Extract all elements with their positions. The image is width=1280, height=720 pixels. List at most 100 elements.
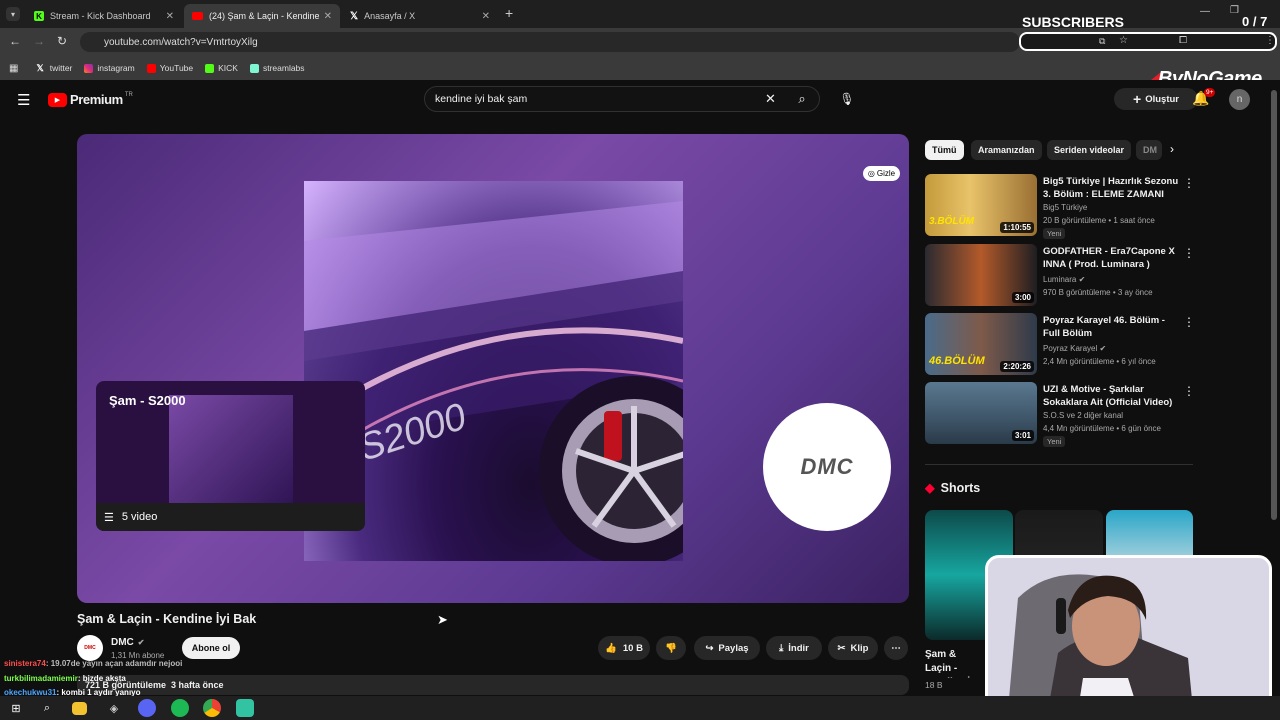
playlist-icon: ☰ [104, 511, 114, 524]
related-video[interactable]: 46.BÖLÜM 2:20:26 Poyraz Karayel 46. Bölü… [925, 313, 1195, 377]
chat-user: turkbilimadamiemir [4, 674, 78, 683]
channel-avatar[interactable]: DMC [77, 635, 103, 661]
bookmark-kick[interactable]: KICK [205, 63, 238, 73]
menu-icon[interactable]: ⋮ [1265, 35, 1275, 46]
avatar[interactable]: n [1229, 89, 1250, 110]
maximize-icon[interactable]: ❐ [1230, 5, 1239, 16]
thumbs-up-icon: 👍 [605, 642, 617, 654]
back-icon[interactable]: ← [9, 34, 21, 48]
close-icon[interactable]: ✕ [482, 11, 490, 22]
tab-kick-dashboard[interactable]: K Stream - Kick Dashboard ✕ [26, 4, 182, 28]
more-icon[interactable]: ⋮ [1183, 246, 1195, 260]
chip-from-search[interactable]: Aramanızdan [971, 140, 1042, 160]
shorts-icon: ◆ [925, 481, 935, 495]
hide-button[interactable]: ◎ Gizle [863, 166, 900, 181]
divider [925, 464, 1193, 465]
chrome-icon[interactable] [203, 699, 221, 717]
shorts-header: ◆ Shorts [925, 480, 981, 496]
playlist-thumbnail [169, 395, 293, 518]
youtube-play-icon: ▶ [48, 92, 67, 107]
new-badge: Yeni [1043, 436, 1066, 447]
bookmark-instagram[interactable]: instagram [84, 63, 135, 73]
star-icon[interactable]: ☆ [1119, 35, 1128, 46]
chip-channel[interactable]: DM [1136, 140, 1162, 160]
video-title: Poyraz Karayel 46. Bölüm - Full Bölüm [1043, 315, 1165, 339]
related-video[interactable]: 3:00 GODFATHER - Era7Capone X INNA ( Pro… [925, 244, 1195, 308]
x-icon: 𝕏 [350, 10, 359, 22]
share-button[interactable]: ↪ Paylaş [694, 636, 760, 660]
bookmark-twitter[interactable]: 𝕏twitter [36, 63, 72, 74]
close-icon[interactable]: ✕ [324, 11, 332, 22]
endscreen-playlist-card[interactable]: Şam - S2000 ☰ 5 video [96, 381, 365, 531]
tab-title: Stream - Kick Dashboard [50, 11, 151, 21]
channel-name[interactable]: DMC ✔ [111, 637, 144, 648]
channel-subscribe-endcard[interactable]: DMC [763, 403, 891, 531]
more-actions-button[interactable]: ⋯ [884, 636, 908, 660]
video-meta: 2,4 Mn görüntüleme • 6 yıl önce [1043, 357, 1156, 366]
close-icon[interactable]: ✕ [166, 11, 174, 22]
download-button[interactable]: ⤓ İndir [766, 636, 822, 660]
cast-icon[interactable]: ⧉ [1099, 36, 1105, 47]
verified-icon: ✔ [1078, 275, 1086, 284]
tab-title: (24) Şam & Laçin - Kendine İyi B [209, 11, 319, 21]
youtube-icon [192, 12, 203, 20]
bookmark-youtube[interactable]: YouTube [146, 63, 193, 73]
windows-start-icon[interactable]: ⊞ [7, 699, 25, 717]
more-icon[interactable]: ⋮ [1183, 384, 1195, 398]
subscribers-progress-box: ⧉ ☆ ⧠ ⋮ [1019, 32, 1277, 51]
chat-user: sinistera74 [4, 659, 46, 668]
related-video[interactable]: 3:01 UZI & Motive - Şarkılar Sokaklara A… [925, 382, 1195, 447]
short-views: 18 B [925, 680, 943, 690]
clear-search-icon[interactable]: ✕ [765, 91, 776, 107]
scrollbar[interactable] [1271, 90, 1277, 520]
reload-icon[interactable]: ↻ [57, 34, 67, 48]
instagram-icon [84, 63, 94, 73]
clip-button[interactable]: ✂ Klip [828, 636, 878, 660]
apps-icon[interactable]: ▦ [9, 63, 18, 74]
dislike-button[interactable]: 👎 [656, 636, 686, 660]
like-button[interactable]: 👍 10 B [598, 636, 650, 660]
streamlabs-icon[interactable] [236, 699, 254, 717]
chip-series[interactable]: Seriden videolar [1047, 140, 1132, 160]
subscribe-button[interactable]: Abone ol [182, 637, 240, 659]
eye-off-icon: ◎ [867, 169, 875, 178]
chip-all[interactable]: Tümü [925, 140, 964, 160]
tab-youtube[interactable]: (24) Şam & Laçin - Kendine İyi B ✕ [184, 4, 340, 28]
playlist-title: Şam - S2000 [109, 393, 186, 408]
hamburger-icon[interactable]: ☰ [17, 91, 30, 109]
taskbar-search-icon[interactable]: ⌕ [38, 699, 56, 717]
search-input[interactable]: kendine iyi bak şam ✕ [424, 86, 820, 112]
new-tab-icon[interactable]: + [505, 5, 513, 21]
spotify-icon[interactable] [171, 699, 189, 717]
chat-message: turkbilimadamiemir: bizde akşta [4, 674, 126, 683]
file-explorer-icon[interactable] [72, 702, 87, 715]
chat-message: sinistera74: 19.07de yayın açan adamdır … [4, 659, 183, 668]
more-icon[interactable]: ⋮ [1183, 315, 1195, 329]
download-icon: ⤓ [779, 642, 784, 654]
chevron-right-icon[interactable]: › [1170, 142, 1174, 156]
subscribers-count: 0 / 7 [1242, 14, 1268, 29]
youtube-logo[interactable]: ▶ Premium TR [48, 92, 133, 107]
app-icon[interactable]: ◈ [105, 699, 123, 717]
minimize-icon[interactable]: — [1200, 6, 1210, 17]
discord-icon[interactable] [138, 699, 156, 717]
address-bar[interactable]: youtube.com/watch?v=VmtrtoyXilg [80, 32, 1020, 52]
bookmark-streamlabs[interactable]: streamlabs [249, 63, 305, 73]
extension-icon[interactable]: ⧠ [1179, 35, 1187, 46]
notification-badge: 9+ [1204, 88, 1216, 97]
forward-icon[interactable]: → [33, 34, 45, 48]
search-button[interactable]: ⌕ [786, 86, 818, 112]
playlist-footer: ☰ 5 video [96, 503, 365, 531]
verified-icon: ✔ [137, 638, 145, 647]
search-icon: ⌕ [798, 91, 806, 106]
notifications-button[interactable]: 🔔 9+ [1192, 88, 1216, 107]
related-video[interactable]: 3.BÖLÜM 1:10:55 Big5 Türkiye | Hazırlık … [925, 174, 1195, 239]
voice-search-button[interactable]: 🎙 [834, 87, 860, 111]
tab-x[interactable]: 𝕏 Anasayfa / X ✕ [342, 4, 498, 28]
tab-search-icon[interactable]: ▾ [6, 7, 20, 21]
more-icon[interactable]: ⋮ [1183, 176, 1195, 190]
microphone-icon: 🎙 [839, 92, 855, 106]
thumbs-down-icon: 👎 [665, 642, 677, 654]
create-button[interactable]: + Oluştur [1114, 88, 1198, 110]
more-icon: ⋯ [891, 642, 901, 654]
